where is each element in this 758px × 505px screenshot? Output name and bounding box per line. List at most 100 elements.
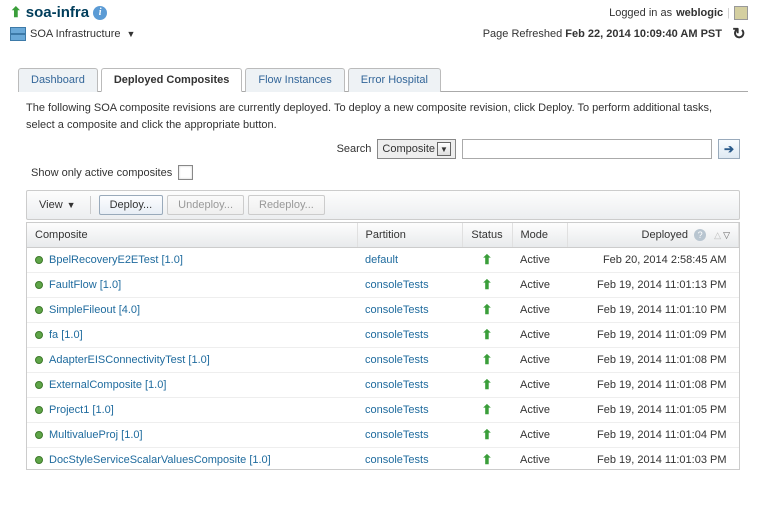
status-up-icon: ⬆: [470, 452, 504, 468]
sort-desc-icon[interactable]: ▽: [723, 230, 730, 240]
table-row[interactable]: SimpleFileout [4.0]consoleTests⬆ActiveFe…: [27, 298, 739, 323]
table-row[interactable]: FaultFlow [1.0] consoleTests ⬆ ActiveFeb 19…: [27, 273, 739, 298]
partition-link[interactable]: consoleTests: [365, 354, 429, 366]
status-dot-icon: [35, 356, 43, 364]
redeploy-button[interactable]: Redeploy...: [248, 195, 325, 215]
chevron-down-icon: ▼: [126, 29, 135, 39]
infra-label: SOA Infrastructure: [30, 28, 120, 40]
separator: [90, 196, 91, 214]
partition-link[interactable]: consoleTests: [365, 304, 429, 316]
col-composite[interactable]: Composite: [27, 223, 357, 248]
status-dot-icon: [35, 256, 43, 264]
col-deployed[interactable]: Deployed ? △▽: [567, 223, 739, 248]
partition-link[interactable]: default: [365, 254, 398, 266]
partition-link[interactable]: consoleTests: [365, 404, 429, 416]
description-text: The following SOA composite revisions ar…: [26, 100, 740, 133]
infra-dropdown[interactable]: SOA Infrastructure ▼: [10, 27, 135, 41]
help-icon[interactable]: ?: [694, 229, 706, 241]
mode-cell: Active: [512, 298, 567, 323]
chevron-down-icon: ▼: [437, 142, 451, 156]
status-dot-icon: [35, 406, 43, 414]
table-row[interactable]: fa [1.0] consoleTests ⬆ ActiveFeb 19, 2014 …: [27, 323, 739, 348]
chevron-down-icon: ▼: [67, 200, 76, 210]
table-row[interactable]: MultivalueProj [1.0] consoleTests ⬆ ActiveF…: [27, 423, 739, 448]
deployed-cell: Feb 19, 2014 11:01:08 PM: [567, 348, 739, 373]
deploy-button[interactable]: Deploy...: [99, 195, 164, 215]
deployed-cell: Feb 19, 2014 11:01:05 PM: [567, 398, 739, 423]
table-row[interactable]: AdapterEISConnectivityTest [1.0] consoleT…: [27, 348, 739, 373]
table-row[interactable]: DocStyleServiceScalarValuesComposite [1.…: [27, 448, 739, 471]
toolbar: View ▼ Deploy... Undeploy... Redeploy...: [26, 190, 740, 220]
deployed-cell: Feb 19, 2014 11:01:03 PM: [567, 448, 739, 471]
composite-link[interactable]: fa [1.0]: [49, 329, 83, 341]
table-row[interactable]: ExternalComposite [1.0] consoleTests ⬆ Acti…: [27, 373, 739, 398]
mode-cell: Active: [512, 448, 567, 471]
logged-in-user: weblogic: [676, 7, 723, 19]
col-mode[interactable]: Mode: [512, 223, 567, 248]
tab-dashboard[interactable]: Dashboard: [18, 68, 98, 92]
search-type-value: Composite: [382, 143, 435, 155]
mode-cell: Active: [512, 373, 567, 398]
tab-flow-instances[interactable]: Flow Instances: [245, 68, 344, 92]
deployed-cell: Feb 20, 2014 2:58:45 AM: [567, 248, 739, 273]
search-label: Search: [337, 143, 372, 155]
partition-link[interactable]: consoleTests: [365, 454, 429, 466]
infra-icon: [10, 27, 26, 41]
status-dot-icon: [35, 381, 43, 389]
search-go-button[interactable]: ➔: [718, 139, 740, 159]
partition-link[interactable]: consoleTests: [365, 379, 429, 391]
composite-link[interactable]: AdapterEISConnectivityTest [1.0]: [49, 354, 210, 366]
deployed-cell: Feb 19, 2014 11:01:13 PM: [567, 273, 739, 298]
tab-error-hospital[interactable]: Error Hospital: [348, 68, 441, 92]
table-row[interactable]: Project1 [1.0] consoleTests ⬆ ActiveFeb 19,…: [27, 398, 739, 423]
status-up-icon: ⬆: [470, 402, 504, 418]
composite-link[interactable]: SimpleFileout [4.0]: [49, 304, 140, 316]
partition-link[interactable]: consoleTests: [365, 329, 429, 341]
info-icon[interactable]: i: [93, 6, 107, 20]
composite-link[interactable]: Project1 [1.0]: [49, 404, 114, 416]
search-input[interactable]: [462, 139, 712, 159]
status-up-icon: ⬆: [10, 4, 22, 21]
mode-cell: Active: [512, 273, 567, 298]
composites-table: Composite Partition Status Mode Deployed…: [27, 223, 739, 470]
tab-deployed-composites[interactable]: Deployed Composites: [101, 68, 243, 92]
mode-cell: Active: [512, 348, 567, 373]
col-status[interactable]: Status: [462, 223, 512, 248]
composite-link[interactable]: MultivalueProj [1.0]: [49, 429, 143, 441]
active-only-checkbox[interactable]: [178, 165, 193, 180]
page-title: soa-infra: [26, 4, 89, 21]
mode-cell: Active: [512, 423, 567, 448]
status-up-icon: ⬆: [470, 377, 504, 393]
status-up-icon: ⬆: [470, 277, 504, 293]
deployed-cell: Feb 19, 2014 11:01:04 PM: [567, 423, 739, 448]
refresh-text: Page Refreshed Feb 22, 2014 10:09:40 AM …: [483, 28, 722, 40]
status-up-icon: ⬆: [470, 327, 504, 343]
status-up-icon: ⬆: [470, 302, 504, 318]
deployed-cell: Feb 19, 2014 11:01:09 PM: [567, 323, 739, 348]
status-dot-icon: [35, 281, 43, 289]
composite-link[interactable]: FaultFlow [1.0]: [49, 279, 121, 291]
status-dot-icon: [35, 306, 43, 314]
col-partition[interactable]: Partition: [357, 223, 462, 248]
table-row[interactable]: BpelRecoveryE2ETest [1.0]default⬆ActiveF…: [27, 248, 739, 273]
deployed-cell: Feb 19, 2014 11:01:08 PM: [567, 373, 739, 398]
sort-asc-icon[interactable]: △: [714, 230, 721, 240]
status-up-icon: ⬆: [470, 352, 504, 368]
mode-cell: Active: [512, 248, 567, 273]
status-up-icon: ⬆: [470, 427, 504, 443]
status-dot-icon: [35, 331, 43, 339]
status-dot-icon: [35, 456, 43, 464]
partition-link[interactable]: consoleTests: [365, 429, 429, 441]
view-menu[interactable]: View ▼: [33, 196, 82, 214]
composite-link[interactable]: BpelRecoveryE2ETest [1.0]: [49, 254, 183, 266]
book-icon[interactable]: [734, 6, 748, 20]
refresh-icon[interactable]: ↻: [730, 25, 748, 43]
mode-cell: Active: [512, 398, 567, 423]
mode-cell: Active: [512, 323, 567, 348]
undeploy-button[interactable]: Undeploy...: [167, 195, 244, 215]
search-type-select[interactable]: Composite ▼: [377, 139, 456, 159]
composite-link[interactable]: ExternalComposite [1.0]: [49, 379, 166, 391]
composite-link[interactable]: DocStyleServiceScalarValuesComposite [1.…: [49, 454, 271, 466]
login-info: Logged in as weblogic |: [609, 6, 748, 20]
partition-link[interactable]: consoleTests: [365, 279, 429, 291]
